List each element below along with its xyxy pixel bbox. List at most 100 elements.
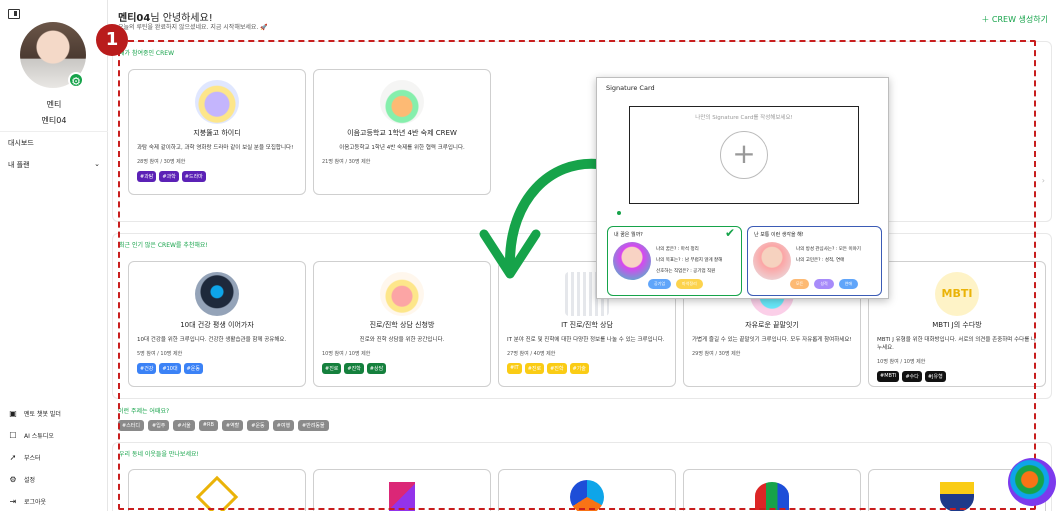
check-icon: ✔ xyxy=(724,226,735,240)
floating-assistant-avatar[interactable] xyxy=(1008,458,1056,506)
option-chip[interactable]: 마석정리 xyxy=(676,279,703,289)
tag[interactable]: #과탐 xyxy=(137,171,157,182)
tag[interactable]: #IT xyxy=(507,363,522,374)
tag[interactable]: #10대 xyxy=(159,363,181,374)
gear-icon[interactable]: ⚙ xyxy=(68,72,84,88)
rocket-icon: ➚ xyxy=(9,452,17,462)
region-emblem xyxy=(195,475,239,511)
crew-card-desc: 가볍게 즐길 수 있는 끝말잇기 크루입니다. 모두 자유롭게 참여하세요! xyxy=(692,337,852,343)
option-chip[interactable]: 모든 xyxy=(790,279,810,289)
chevron-right-icon[interactable]: › xyxy=(1042,176,1045,185)
option-chip[interactable]: 연애 xyxy=(838,279,859,289)
neighbor-card[interactable] xyxy=(683,469,861,511)
crew-card[interactable]: 이음고등학교 1학년 4반 숙제 CREW 이음고등학교 1학년 4반 숙제를 … xyxy=(313,69,491,195)
region-emblem xyxy=(570,480,604,511)
dot-indicator xyxy=(617,211,621,215)
square-icon: ☐ xyxy=(9,430,17,440)
create-crew-button[interactable]: ＋ CREW 생성하기 xyxy=(981,14,1048,25)
crew-card-meta: 21명 참여 / 30명 제한 xyxy=(322,159,371,165)
tag[interactable]: #J유형 xyxy=(924,371,946,382)
neighbor-card[interactable] xyxy=(128,469,306,511)
option-line: 나의 방성 관심사는? : 모든 이야기 xyxy=(796,247,861,252)
keyword-chip[interactable]: #서울 xyxy=(173,420,195,431)
tag-list: #IT #진로 #진학 #기술 xyxy=(507,363,667,374)
crew-illustration xyxy=(195,272,239,316)
sidebar-item-plan[interactable]: 내 플랜 ⌄ xyxy=(0,160,108,170)
keyword-chip[interactable]: #여행 xyxy=(272,420,295,431)
keyword-chip[interactable]: #역할 xyxy=(221,420,244,431)
menu-item-logout[interactable]: ⇥ 로그아웃 xyxy=(0,490,108,511)
crew-card-meta: 10명 참여 / 10명 제한 xyxy=(877,359,926,365)
rocket-icon: 🚀 xyxy=(260,24,268,31)
neighbor-card[interactable] xyxy=(498,469,676,511)
option-chip[interactable]: 성적 xyxy=(814,279,834,289)
tag[interactable]: #수다 xyxy=(902,371,922,382)
menu-item-label: 부스터 xyxy=(24,454,41,462)
keyword-chip[interactable]: #입주 xyxy=(148,420,170,431)
tag[interactable]: #상담 xyxy=(366,363,387,374)
menu-item-label: AI 스튜디오 xyxy=(24,432,54,440)
sidebar-item-dashboard[interactable]: 대시보드 xyxy=(0,138,108,148)
signature-option-card[interactable]: 난 보통 이런 생각을 해! 나의 방성 관심사는? : 모든 이야기 나의 고… xyxy=(747,226,882,296)
option-lines: 나의 꿈은? : 마석 정리 나의 목표는? : 남 부럽지 않게 잘해 선호하… xyxy=(656,244,722,277)
keyword-chip[interactable]: #RB xyxy=(198,420,218,431)
neighbor-card[interactable] xyxy=(313,469,491,511)
crew-card-title: 자유로운 끝말잇기 xyxy=(745,321,799,329)
menu-item-settings[interactable]: ⚙ 설정 xyxy=(0,468,108,490)
signature-option-card[interactable]: 내 꿈은 뭘까? ✔ 나의 꿈은? : 마석 정리 나의 목표는? : 남 부럽… xyxy=(607,226,742,296)
option-buttons: 모든 성적 연애 xyxy=(790,279,859,289)
menu-item-chatbot-builder[interactable]: ▣ 멘토 챗봇 빌더 xyxy=(0,402,108,424)
crew-card-title: 지붕뚫고 하이디 xyxy=(193,129,241,137)
tag[interactable]: #진학 xyxy=(547,363,567,374)
option-lines: 나의 방성 관심사는? : 모든 이야기 나의 고민은? : 성적, 연애 xyxy=(796,244,861,266)
user-id: 멘티04 xyxy=(41,116,67,125)
crew-card-desc: MBTI J 유형을 위한 대화방입니다. 서로의 의견을 존중하며 수다를 나… xyxy=(877,337,1037,351)
crew-card-title: 10대 건강 평생 이어가자 xyxy=(180,321,254,329)
tag-list: #건강 #10대 #운동 xyxy=(137,363,297,374)
option-line: 선호하는 직업은? : 공기업 직원 xyxy=(656,269,716,274)
crew-card-meta: 10명 참여 / 10명 제한 xyxy=(322,351,371,357)
menu-item-booster[interactable]: ➚ 부스터 xyxy=(0,446,108,468)
keyword-chip[interactable]: #스터디 xyxy=(118,420,144,431)
tag[interactable]: #기술 xyxy=(569,363,589,374)
tag[interactable]: #건강 xyxy=(137,363,157,374)
option-chip[interactable]: 공기업 xyxy=(648,279,672,289)
crew-card-title: IT 진로/진학 상담 xyxy=(561,321,613,329)
option-buttons: 공기업 마석정리 xyxy=(648,279,703,289)
keyword-chip[interactable]: #반려동물 xyxy=(298,420,329,431)
tag[interactable]: #진로 xyxy=(524,363,545,374)
section-title: 우리 동네 이웃들을 만나보세요! xyxy=(119,451,199,458)
robot-icon: ▣ xyxy=(9,408,17,418)
plus-icon: ＋ xyxy=(981,15,990,24)
crew-card-meta: 28명 참여 / 30명 제한 xyxy=(137,159,186,165)
sub-greeting: 오늘의 루틴을 완료하지 않으셨네요. 지금 시작해보세요. 🚀 xyxy=(118,22,268,31)
chevron-down-icon: ⌄ xyxy=(94,160,100,168)
plus-icon[interactable]: + xyxy=(720,131,768,179)
menu-item-ai-studio[interactable]: ☐ AI 스튜디오 xyxy=(0,424,108,446)
callout-number-badge: 1 xyxy=(96,24,128,56)
keyword-chip[interactable]: #운동 xyxy=(247,420,269,431)
tag-list: #MBTI #수다 #J유형 xyxy=(877,371,1037,382)
crew-card[interactable]: MBTI MBTI J의 수다방 MBTI J 유형을 위한 대화방입니다. 서… xyxy=(868,261,1046,387)
dialog-title: Signature Card xyxy=(606,84,655,92)
crew-card[interactable]: 10대 건강 평생 이어가자 10대 건강을 위한 크루입니다. 건강한 생활습… xyxy=(128,261,306,387)
tag[interactable]: #진로 xyxy=(322,363,342,374)
tag[interactable]: #운동 xyxy=(183,363,203,374)
tag[interactable]: #MBTI xyxy=(877,371,900,382)
sidebar-divider xyxy=(0,131,108,132)
tag[interactable]: #진학 xyxy=(344,363,364,374)
crew-illustration xyxy=(380,80,424,124)
tag[interactable]: #드라마 xyxy=(181,171,206,182)
gear-icon: ⚙ xyxy=(9,474,17,484)
crew-card-title: 이음고등학교 1학년 4반 숙제 CREW xyxy=(347,129,457,137)
crew-card[interactable]: 진로/진학 상담 신청방 진로와 진학 상담을 위한 공간입니다. 10명 참여… xyxy=(313,261,491,387)
bottom-menu: ▣ 멘토 챗봇 빌더 ☐ AI 스튜디오 ➚ 부스터 ⚙ 설정 ⇥ 로그아웃 xyxy=(0,402,108,511)
crew-card-desc: 이음고등학교 1학년 4반 숙제를 위한 협력 크루입니다. xyxy=(339,145,465,151)
crew-card[interactable]: 지붕뚫고 하이디 과탐 숙제 같이하고, 과학 영화랑 드라마 같이 보실 분을… xyxy=(128,69,306,195)
section-title: 내가 참여중인 CREW xyxy=(119,50,175,57)
tag[interactable]: #과학 xyxy=(159,171,179,182)
menu-item-label: 멘토 챗봇 빌더 xyxy=(24,410,61,418)
sidebar-toggle-icon[interactable] xyxy=(8,9,20,19)
create-crew-label: CREW 생성하기 xyxy=(991,15,1048,24)
signature-upload-area[interactable]: 나만의 Signature Card를 작성해보세요! + xyxy=(617,106,859,215)
